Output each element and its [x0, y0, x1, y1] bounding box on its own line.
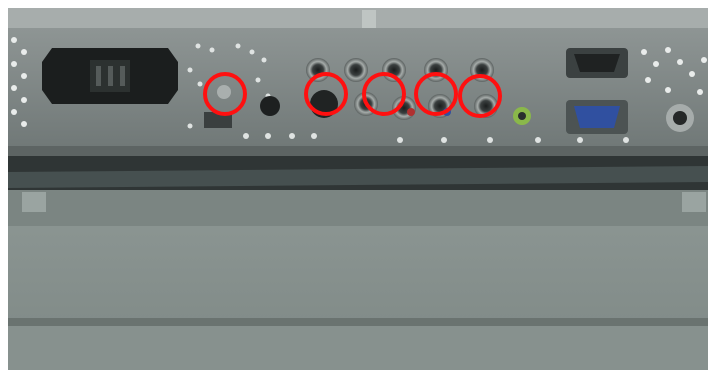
housing-ridge: [8, 318, 708, 326]
housing-tab-left: [22, 192, 46, 212]
coax-center: [673, 111, 687, 125]
panel-lower-lip: [8, 146, 708, 156]
housing-rim: [8, 190, 708, 226]
ground-screw: [217, 85, 231, 99]
housing-bottom: [8, 326, 708, 370]
round-jack: [260, 96, 280, 116]
audio-jack-hole: [518, 112, 526, 120]
vga-port: [566, 100, 628, 134]
power-inlet: [42, 48, 178, 104]
device-rear-panel-photo: [0, 0, 716, 378]
serial-port: [566, 48, 628, 78]
backdrop: [8, 8, 708, 30]
housing-tab-right: [682, 192, 706, 212]
top-post: [362, 10, 376, 28]
